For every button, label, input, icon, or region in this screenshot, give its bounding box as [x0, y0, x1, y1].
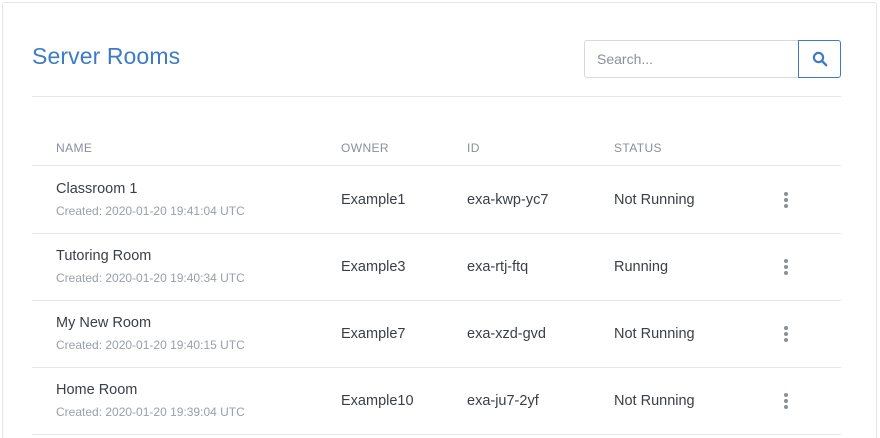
room-owner: Example10 [341, 393, 414, 409]
room-status: Not Running [614, 326, 695, 342]
table-row: Classroom 1 Created: 2020-01-20 19:41:04… [32, 167, 841, 234]
column-header-name: NAME [56, 141, 93, 155]
row-actions-button[interactable] [776, 322, 796, 346]
room-created-date: Created: 2020-01-20 19:40:34 UTC [56, 271, 245, 285]
row-actions-button[interactable] [776, 188, 796, 212]
room-name: Classroom 1 [56, 181, 138, 197]
table-row: Tutoring Room Created: 2020-01-20 19:40:… [32, 234, 841, 301]
room-name: Tutoring Room [56, 248, 152, 264]
room-name: Home Room [56, 382, 138, 398]
room-status: Running [614, 259, 669, 275]
search-icon [812, 51, 827, 67]
room-owner: Example7 [341, 326, 406, 342]
column-header-id: ID [467, 141, 480, 155]
room-created-date: Created: 2020-01-20 19:39:04 UTC [56, 405, 245, 419]
search-input[interactable] [584, 40, 799, 78]
room-id: exa-xzd-gvd [467, 326, 546, 342]
room-id: exa-rtj-ftq [467, 259, 529, 275]
room-status: Not Running [614, 393, 695, 409]
room-name: My New Room [56, 315, 152, 331]
more-vertical-icon [784, 326, 788, 342]
table-row: My New Room Created: 2020-01-20 19:40:15… [32, 301, 841, 368]
title-divider [32, 96, 841, 97]
room-created-date: Created: 2020-01-20 19:41:04 UTC [56, 204, 245, 218]
room-owner: Example3 [341, 259, 406, 275]
column-header-status: STATUS [614, 141, 662, 155]
room-status: Not Running [614, 192, 695, 208]
more-vertical-icon [784, 259, 788, 275]
room-created-date: Created: 2020-01-20 19:40:15 UTC [56, 338, 245, 352]
row-actions-button[interactable] [776, 389, 796, 413]
search-button[interactable] [798, 40, 841, 78]
column-header-owner: OWNER [341, 141, 389, 155]
room-owner: Example1 [341, 192, 406, 208]
table-header: NAME OWNER ID STATUS [32, 132, 841, 166]
more-vertical-icon [784, 393, 788, 409]
room-id: exa-kwp-yc7 [467, 192, 549, 208]
search-bar [584, 40, 841, 78]
table-row: Home Room Created: 2020-01-20 19:39:04 U… [32, 368, 841, 435]
row-actions-button[interactable] [776, 255, 796, 279]
page-title: Server Rooms [32, 43, 181, 69]
room-id: exa-ju7-2yf [467, 393, 539, 409]
more-vertical-icon [784, 192, 788, 208]
